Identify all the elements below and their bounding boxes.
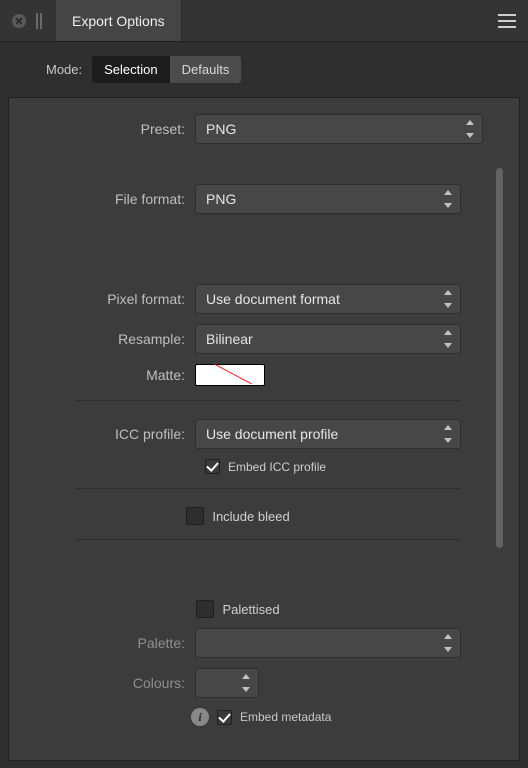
pixel-format-select[interactable]: Use document format [195,284,461,314]
palette-select[interactable] [195,628,461,658]
info-icon[interactable]: i [191,708,209,726]
resample-label: Resample: [15,331,195,347]
mode-row: Mode: Selection Defaults [0,42,528,97]
colours-label: Colours: [15,675,195,691]
divider [75,539,461,540]
include-bleed-checkbox[interactable] [186,507,204,525]
mode-segmented: Selection Defaults [92,56,241,83]
mode-label: Mode: [46,62,82,77]
icc-profile-label: ICC profile: [15,426,195,442]
preset-select[interactable]: PNG [195,114,483,144]
icc-profile-select[interactable]: Use document profile [195,419,461,449]
embed-icc-label: Embed ICC profile [228,460,326,474]
close-icon[interactable] [12,14,26,28]
matte-label: Matte: [15,367,195,383]
file-format-select[interactable]: PNG [195,184,461,214]
embed-metadata-row: i Embed metadata [185,708,513,726]
titlebar: Export Options [0,0,528,42]
file-format-label: File format: [15,191,195,207]
matte-row: Matte: [15,364,461,386]
preset-row: Preset: PNG [15,114,483,144]
divider [75,400,461,401]
embed-icc-checkbox[interactable] [205,459,220,474]
stepper-icon [442,634,454,652]
palettised-checkbox[interactable] [196,600,214,618]
divider [75,488,461,489]
resample-row: Resample: Bilinear [15,324,461,354]
stepper-icon [442,330,454,348]
colours-select[interactable] [195,668,259,698]
drag-handle-icon[interactable] [36,13,44,29]
resample-value: Bilinear [206,331,253,347]
pixel-format-row: Pixel format: Use document format [15,284,461,314]
matte-swatch[interactable] [195,364,265,386]
stepper-icon [442,290,454,308]
palette-row: Palette: [15,628,461,658]
colours-row: Colours: [15,668,461,698]
stepper-icon [240,674,252,692]
icc-profile-value: Use document profile [206,426,338,442]
menu-icon[interactable] [486,0,528,41]
palettised-row: Palettised [15,600,461,618]
palettised-label: Palettised [222,602,279,617]
tab-export-options[interactable]: Export Options [56,0,182,41]
preset-label: Preset: [15,121,195,137]
pixel-format-label: Pixel format: [15,291,195,307]
palette-label: Palette: [15,635,195,651]
resample-select[interactable]: Bilinear [195,324,461,354]
file-format-row: File format: PNG [15,184,461,214]
embed-metadata-checkbox[interactable] [217,710,232,725]
stepper-icon [464,120,476,138]
mode-defaults-button[interactable]: Defaults [170,56,242,83]
embed-metadata-label: Embed metadata [240,710,331,724]
preset-value: PNG [206,121,236,137]
file-format-value: PNG [206,191,236,207]
scrollbar[interactable] [496,168,503,548]
stepper-icon [442,425,454,443]
mode-selection-button[interactable]: Selection [92,56,169,83]
embed-icc-row: Embed ICC profile [205,459,461,474]
pixel-format-value: Use document format [206,291,340,307]
include-bleed-row: Include bleed [15,507,461,525]
icc-profile-row: ICC profile: Use document profile [15,419,461,449]
stepper-icon [442,190,454,208]
tab-label: Export Options [72,13,165,29]
include-bleed-label: Include bleed [212,509,289,524]
options-panel: Preset: PNG File format: PNG Pixel forma… [8,97,520,761]
